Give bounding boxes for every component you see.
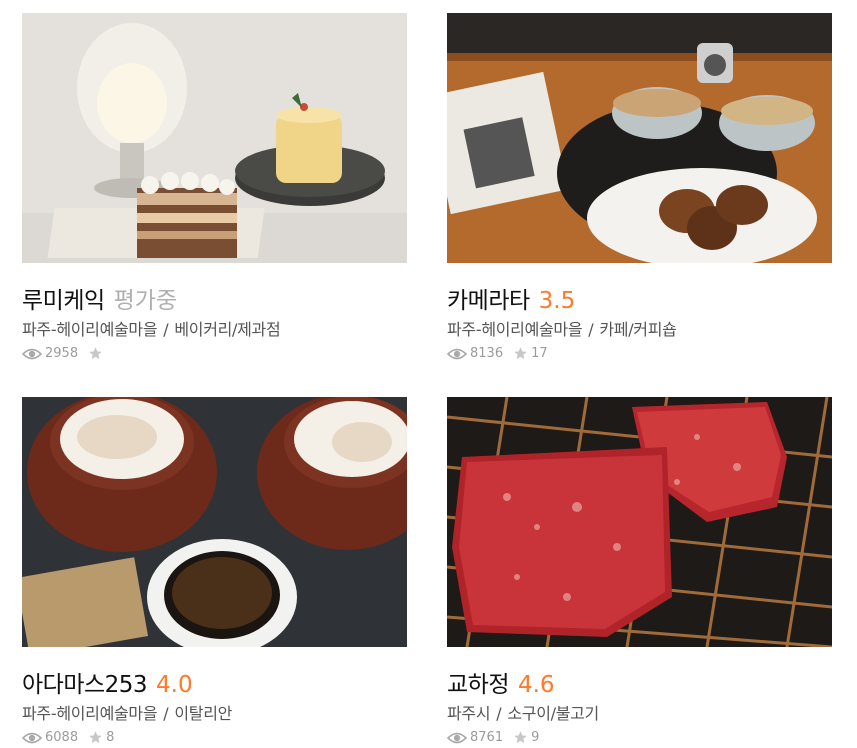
restaurant-name[interactable]: 카메라타 (447, 281, 530, 315)
restaurant-category: 베이커리/제과점 (174, 320, 281, 339)
restaurant-photo[interactable] (22, 397, 407, 647)
restaurant-name[interactable]: 교하정 (447, 665, 509, 699)
star-icon (89, 731, 102, 744)
restaurant-stats: 6088 8 (22, 730, 407, 745)
restaurant-title[interactable]: 루미케익 평가중 (22, 281, 407, 315)
restaurant-category: 카페/커피숍 (599, 320, 677, 339)
restaurant-location: 파주-헤이리예술마을 (447, 320, 583, 339)
restaurant-meta: 파주-헤이리예술마을 / 이탈리안 (22, 700, 407, 724)
restaurant-category: 소구이/불고기 (507, 704, 599, 723)
restaurant-stats: 8136 17 (447, 346, 832, 361)
view-count: 8136 (470, 346, 504, 361)
meta-separator: / (588, 320, 594, 339)
restaurant-score: 평가중 (113, 288, 178, 314)
review-count: 17 (531, 346, 548, 361)
eye-icon (22, 348, 42, 359)
restaurant-photo[interactable] (447, 13, 832, 263)
restaurant-name[interactable]: 루미케익 (22, 281, 105, 315)
beef-photo (447, 397, 832, 647)
eye-icon (22, 732, 42, 743)
view-count: 8761 (470, 730, 504, 745)
restaurant-meta: 파주-헤이리예술마을 / 베이커리/제과점 (22, 316, 407, 340)
restaurant-card[interactable]: 교하정 4.6 파주시 / 소구이/불고기 8761 9 (447, 397, 832, 745)
restaurant-stats: 2958 (22, 346, 407, 361)
restaurant-card[interactable]: 루미케익 평가중 파주-헤이리예술마을 / 베이커리/제과점 2958 (22, 13, 407, 361)
restaurant-category: 이탈리안 (174, 704, 233, 723)
restaurant-location: 파주시 (447, 704, 491, 723)
restaurant-photo[interactable] (22, 13, 407, 263)
eye-icon (447, 348, 467, 359)
review-count: 8 (106, 730, 115, 745)
eye-icon (447, 732, 467, 743)
restaurant-score: 4.6 (517, 672, 555, 698)
restaurant-title[interactable]: 카메라타 3.5 (447, 281, 832, 315)
restaurant-location: 파주-헤이리예술마을 (22, 320, 158, 339)
restaurant-card[interactable]: 아다마스253 4.0 파주-헤이리예술마을 / 이탈리안 6088 8 (22, 397, 407, 745)
cake-photo (22, 13, 407, 263)
meta-separator: / (163, 704, 169, 723)
restaurant-meta: 파주-헤이리예술마을 / 카페/커피숍 (447, 316, 832, 340)
cappuccino-photo (22, 397, 407, 647)
restaurant-score: 3.5 (538, 288, 576, 314)
review-count: 9 (531, 730, 540, 745)
view-count: 2958 (45, 346, 79, 361)
restaurant-title[interactable]: 아다마스253 4.0 (22, 665, 407, 699)
restaurant-location: 파주-헤이리예술마을 (22, 704, 158, 723)
meta-separator: / (496, 704, 502, 723)
coffee-photo (447, 13, 832, 263)
restaurant-stats: 8761 9 (447, 730, 832, 745)
restaurant-meta: 파주시 / 소구이/불고기 (447, 700, 832, 724)
restaurant-name[interactable]: 아다마스253 (22, 665, 148, 699)
star-icon (89, 347, 102, 360)
star-icon (514, 731, 527, 744)
restaurant-photo[interactable] (447, 397, 832, 647)
meta-separator: / (163, 320, 169, 339)
restaurant-score: 4.0 (156, 672, 193, 698)
view-count: 6088 (45, 730, 79, 745)
restaurant-card[interactable]: 카메라타 3.5 파주-헤이리예술마을 / 카페/커피숍 8136 17 (447, 13, 832, 361)
restaurant-title[interactable]: 교하정 4.6 (447, 665, 832, 699)
star-icon (514, 347, 527, 360)
